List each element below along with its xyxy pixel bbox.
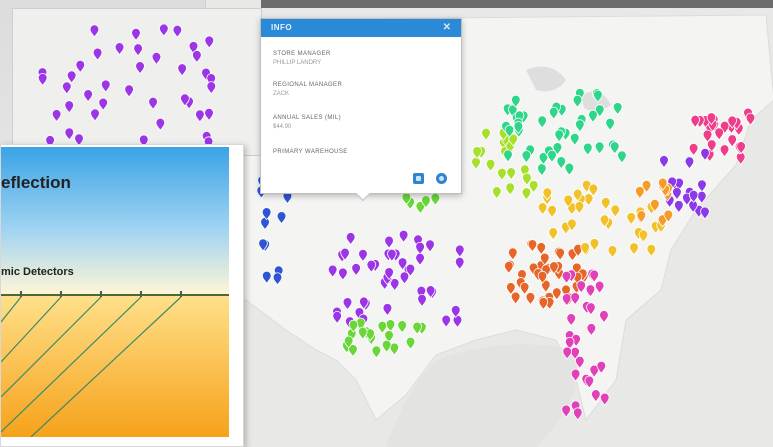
field-store-manager: STORE MANAGER PHILLIP LANDRY: [273, 51, 331, 66]
slide-title: eflection: [1, 173, 71, 192]
location-pin-icon[interactable]: [735, 151, 746, 165]
west-map[interactable]: [13, 9, 262, 156]
field-label: PRIMARY WAREHOUSE: [273, 149, 348, 155]
location-pin-icon[interactable]: [561, 404, 571, 418]
seismic-slide: eflection mic Detectors: [0, 144, 244, 447]
field-value: ZACK: [273, 91, 290, 97]
close-icon[interactable]: ✕: [443, 22, 451, 33]
field-label: STORE MANAGER: [273, 51, 331, 57]
slide-subtitle: mic Detectors: [1, 266, 74, 278]
field-label: ANNUAL SALES (MIL): [273, 115, 341, 121]
location-pin-icon[interactable]: [700, 206, 710, 220]
west-map-window[interactable]: [12, 8, 262, 156]
field-regional-manager: REGIONAL MANAGER ZACK: [273, 82, 342, 97]
location-pin-icon[interactable]: [572, 407, 583, 421]
screenshot-stage: eflection mic Detectors INFO ✕ STORE MAN…: [0, 0, 773, 447]
zoom-to-button[interactable]: [436, 173, 447, 184]
field-value: $44.90: [273, 124, 292, 130]
field-primary-warehouse: PRIMARY WAREHOUSE: [273, 149, 348, 158]
info-popup[interactable]: INFO ✕ STORE MANAGER PHILLIP LANDRY REGI…: [260, 18, 462, 202]
field-label: REGIONAL MANAGER: [273, 82, 343, 88]
field-annual-sales: ANNUAL SALES (MIL) $44.90: [273, 115, 341, 130]
field-value: PHILLIP LANDRY: [273, 60, 322, 66]
ground-area: [1, 295, 229, 437]
directions-button[interactable]: [413, 173, 424, 184]
location-pin-icon[interactable]: [599, 392, 610, 406]
slide-canvas: eflection mic Detectors: [1, 147, 229, 437]
popup-title: INFO: [271, 23, 293, 32]
popup-header: INFO ✕: [261, 19, 461, 37]
